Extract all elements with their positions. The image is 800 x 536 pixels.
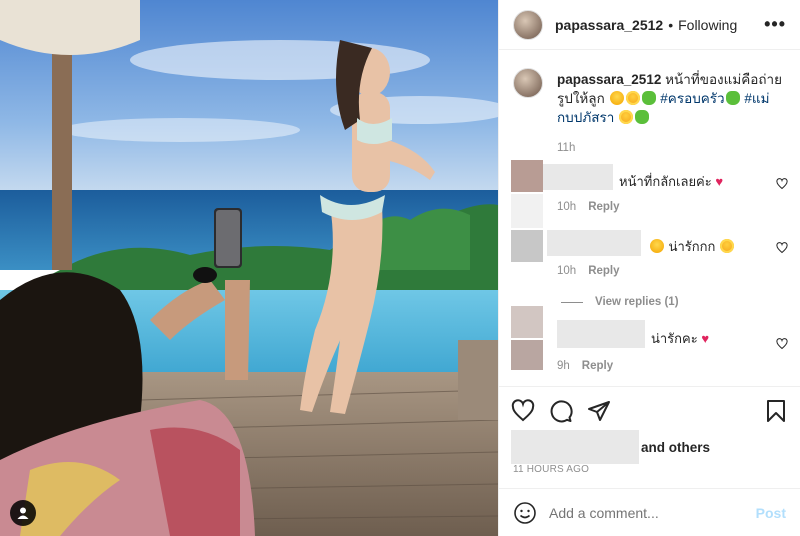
comment-body: น่ารักคะ (651, 331, 698, 346)
post-modal: papassara_2512 • Following ••• papassara… (0, 0, 800, 536)
red-heart-emoji-icon: ♥ (715, 174, 724, 189)
commenter-avatar[interactable] (511, 160, 543, 192)
replies-divider-line (561, 301, 583, 303)
add-comment-bar: Post (499, 488, 800, 536)
redacted-username (547, 230, 641, 256)
comment-meta: 10h Reply (557, 201, 620, 213)
commenter-avatar[interactable] (511, 230, 543, 262)
like-comment-heart-icon[interactable] (776, 338, 788, 350)
caption: papassara_2512 หน้าที่ของแม่คือถ่ายรูปให… (499, 60, 800, 158)
caption-avatar[interactable] (513, 68, 543, 98)
heart-icon[interactable] (511, 398, 535, 423)
comment-text: น่ารักคะ ♥ (651, 328, 709, 349)
likes-others-link[interactable]: and others (641, 440, 710, 455)
caption-username[interactable]: papassara_2512 (557, 72, 661, 87)
post-timestamp: 11 HOURS AGO (513, 464, 590, 475)
reply-button[interactable]: Reply (588, 265, 619, 277)
likes-summary: and others (511, 430, 788, 464)
comment-meta: 10h Reply (557, 265, 620, 277)
surprised-emoji-icon (650, 239, 664, 253)
photo-illustration (0, 0, 498, 536)
comment-icon[interactable] (549, 399, 573, 423)
comment-body: หน้าที่กลักเลยค่ะ (619, 174, 712, 189)
bookmark-icon[interactable] (764, 399, 788, 423)
heart-eyes-emoji-icon (625, 91, 640, 105)
comment-text: หน้าที่กลักเลยค่ะ ♥ (619, 171, 723, 192)
post-side-panel: papassara_2512 • Following ••• papassara… (498, 0, 800, 536)
author-username[interactable]: papassara_2512 (555, 17, 663, 33)
commenter-avatar[interactable] (511, 306, 543, 338)
frog-emoji-icon (635, 110, 650, 124)
more-options-icon[interactable]: ••• (764, 14, 786, 35)
user-tag-icon[interactable] (10, 500, 36, 526)
comment-text: น่ารักกก (649, 236, 735, 257)
comment-item: หน้าที่กลักเลยค่ะ ♥ 10h Reply (499, 158, 800, 228)
redacted-liker-names (511, 430, 639, 464)
frog-emoji-icon (641, 91, 656, 105)
caption-time: 11h (557, 142, 576, 154)
redacted-username (543, 164, 613, 190)
laughing-emoji-icon (609, 91, 624, 105)
comment-time: 10h (557, 265, 577, 277)
comment-time: 10h (557, 201, 577, 213)
post-header: papassara_2512 • Following ••• (499, 0, 800, 50)
share-icon[interactable] (587, 399, 611, 423)
comment-item: น่ารักคะ ♥ 9h Reply (499, 304, 800, 376)
like-comment-heart-icon[interactable] (776, 178, 788, 190)
author-avatar[interactable] (513, 9, 543, 40)
redacted-block (511, 194, 543, 228)
comment-meta: 9h Reply (557, 360, 613, 372)
action-bar (499, 386, 800, 434)
reply-button[interactable]: Reply (588, 201, 619, 213)
post-button[interactable]: Post (756, 505, 786, 521)
comments-list: papassara_2512 หน้าที่ของแม่คือถ่ายรูปให… (499, 60, 800, 158)
post-photo[interactable] (0, 0, 498, 536)
like-comment-heart-icon[interactable] (776, 242, 788, 254)
heart-eyes-emoji-icon (619, 110, 634, 124)
heart-eyes-emoji-icon (720, 239, 735, 253)
comment-time: 9h (557, 360, 570, 372)
following-button[interactable]: Following (678, 17, 737, 33)
comment-body: น่ารักกก (668, 239, 716, 254)
hashtag-link[interactable]: #ครอบครัว (660, 91, 724, 106)
smiley-icon[interactable] (513, 501, 537, 525)
reply-button[interactable]: Reply (582, 360, 613, 372)
redacted-username (557, 320, 645, 348)
comment-input[interactable] (549, 504, 756, 521)
redacted-block (511, 340, 543, 370)
frog-emoji-icon (725, 91, 740, 105)
comment-item: น่ารักกก 10h Reply (499, 230, 800, 286)
red-heart-emoji-icon: ♥ (701, 331, 710, 346)
header-separator: • (668, 16, 674, 33)
